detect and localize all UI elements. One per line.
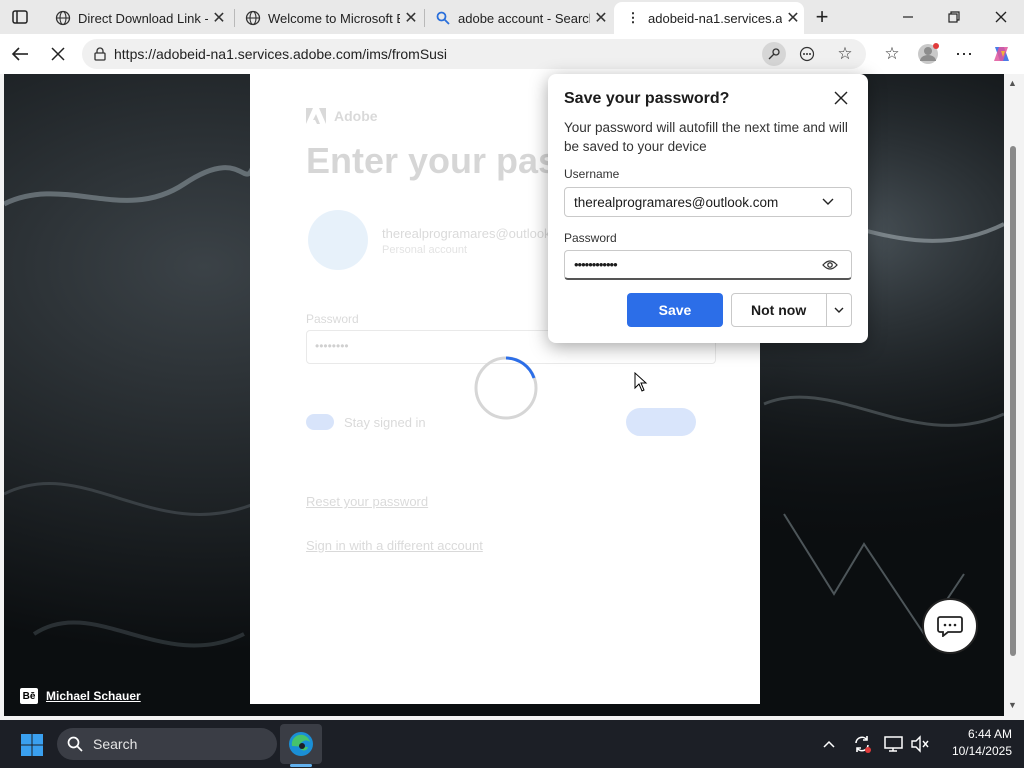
chevron-down-icon[interactable] (819, 194, 837, 210)
tab-direct-download[interactable]: Direct Download Link - ( ✕ (44, 2, 230, 34)
volume-muted-icon[interactable] (908, 732, 932, 756)
chat-bubble-icon (937, 616, 963, 637)
password-label: Password (306, 312, 359, 326)
tab-actions-icon[interactable] (8, 6, 32, 28)
favorite-star-icon[interactable]: ☆ (834, 44, 856, 64)
password-field[interactable]: •••••••••••• (564, 250, 852, 280)
close-icon[interactable] (830, 88, 852, 108)
tab-adobe-search[interactable]: adobe account - Search ✕ (424, 2, 612, 34)
taskbar-search-label: Search (93, 736, 138, 752)
close-tab-icon[interactable]: ✕ (782, 8, 804, 28)
globe-icon (242, 10, 264, 26)
display-icon[interactable] (882, 732, 906, 756)
tab-bar: Direct Download Link - ( ✕ Welcome to Mi… (0, 0, 1024, 34)
restore-icon[interactable] (938, 4, 970, 30)
navigation-bar: https://adobeid-na1.services.adobe.com/i… (0, 34, 1024, 74)
tab-title: Welcome to Microsoft E (268, 10, 400, 26)
new-tab-icon[interactable]: + (808, 4, 836, 30)
search-icon (432, 11, 454, 25)
close-tab-icon[interactable]: ✕ (208, 8, 230, 28)
close-tab-icon[interactable]: ✕ (400, 8, 422, 28)
dialog-title: Save your password? (564, 90, 730, 107)
save-password-dialog: Save your password? Your password will a… (548, 74, 868, 343)
globe-icon (52, 10, 74, 26)
chevron-up-icon[interactable] (818, 734, 840, 754)
clock-time: 6:44 AM (967, 727, 1012, 741)
username-label: Username (564, 167, 620, 181)
username-field[interactable]: therealprogramares@outlook.com (564, 187, 852, 217)
avatar (308, 210, 368, 270)
tab-title: Direct Download Link - ( (78, 10, 208, 26)
eye-icon[interactable] (819, 256, 841, 274)
tab-title: adobe account - Search (458, 10, 590, 26)
stop-loading-icon[interactable] (46, 42, 70, 66)
tab-welcome-microsoft[interactable]: Welcome to Microsoft E ✕ (234, 2, 422, 34)
not-now-button[interactable]: Not now (731, 293, 852, 327)
sync-icon[interactable] (850, 732, 874, 756)
account-email: therealprogramares@outlook (382, 226, 551, 241)
url-text: https://adobeid-na1.services.adobe.com/i… (114, 46, 448, 62)
clock[interactable]: 6:44 AM 10/14/2025 (940, 727, 1012, 758)
stay-signed-in-label: Stay signed in (344, 415, 426, 430)
windows-start-icon[interactable] (18, 732, 46, 758)
lock-icon[interactable] (92, 46, 108, 62)
different-account-link[interactable]: Sign in with a different account (306, 538, 483, 553)
profile-avatar-icon[interactable] (916, 42, 940, 66)
behance-icon: Bē (20, 688, 38, 704)
photo-credit-name: Michael Schauer (46, 689, 141, 703)
chat-button[interactable] (922, 598, 978, 654)
reset-password-link[interactable]: Reset your password (306, 494, 428, 509)
reading-mode-icon[interactable] (796, 44, 818, 64)
continue-button[interactable] (626, 408, 696, 436)
chevron-down-icon[interactable] (828, 302, 850, 318)
key-icon[interactable] (762, 42, 786, 66)
clock-date: 10/14/2025 (951, 744, 1012, 758)
more-options-icon[interactable]: ⋯ (952, 42, 976, 66)
close-window-icon[interactable] (984, 4, 1018, 30)
loading-icon: ⋮ (626, 10, 640, 25)
copilot-icon[interactable] (988, 41, 1016, 67)
scrollbar[interactable]: ▲ ▼ (1004, 74, 1024, 716)
minimize-icon[interactable] (892, 4, 924, 30)
password-label: Password (564, 231, 617, 245)
search-icon (67, 736, 83, 752)
photo-credit[interactable]: Bē Michael Schauer (20, 688, 141, 704)
close-tab-icon[interactable]: ✕ (590, 8, 612, 28)
brand-name: Adobe (334, 108, 378, 124)
scrollbar-thumb[interactable] (1010, 146, 1016, 656)
loading-spinner-icon (474, 356, 538, 420)
not-now-label: Not now (751, 302, 807, 318)
scroll-up-arrow-icon[interactable]: ▲ (1008, 78, 1017, 88)
password-value: •••••••••••• (574, 257, 618, 272)
back-arrow-icon[interactable] (8, 42, 32, 66)
edge-browser-icon[interactable] (280, 724, 322, 764)
mouse-cursor-icon (634, 372, 648, 392)
save-button-label: Save (658, 302, 692, 318)
dialog-description: Your password will autofill the next tim… (564, 120, 848, 154)
scroll-down-arrow-icon[interactable]: ▼ (1008, 700, 1017, 710)
favorites-icon[interactable]: ☆ (880, 43, 904, 65)
save-button[interactable]: Save (627, 293, 723, 327)
address-bar[interactable]: https://adobeid-na1.services.adobe.com/i… (82, 39, 866, 69)
taskbar: Search 6:44 AM 10/14/2025 (0, 720, 1024, 768)
adobe-logo: Adobe (306, 108, 378, 124)
tab-title: adobeid-na1.services.ad (648, 10, 782, 26)
adobe-logo-icon (306, 108, 326, 124)
username-value: therealprogramares@outlook.com (574, 195, 779, 210)
taskbar-search[interactable]: Search (57, 728, 277, 760)
stay-signed-in-toggle[interactable] (306, 414, 334, 430)
account-type: Personal account (382, 244, 467, 256)
tab-adobeid[interactable]: ⋮ adobeid-na1.services.ad ✕ (614, 2, 804, 34)
